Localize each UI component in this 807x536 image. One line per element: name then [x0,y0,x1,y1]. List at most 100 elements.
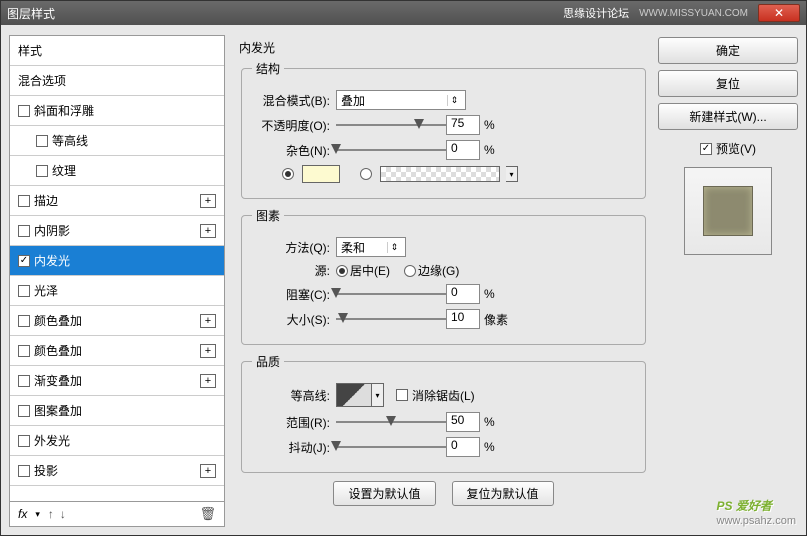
checkbox[interactable] [18,345,30,357]
contour-label: 等高线: [252,387,330,404]
antialias-checkbox[interactable] [396,389,408,401]
color-swatch[interactable] [302,165,340,183]
checkbox[interactable] [18,315,30,327]
preview-swatch [703,186,753,236]
source-center-radio[interactable] [336,265,348,277]
label: 颜色叠加 [34,342,82,359]
method-combo[interactable]: 柔和 ⇕ [336,237,406,257]
sidebar-header-styles[interactable]: 样式 [10,36,224,66]
style-item-inner-shadow[interactable]: 内阴影 + [10,216,224,246]
opacity-label: 不透明度(O): [252,117,330,134]
fx-menu[interactable]: fx [18,507,27,521]
preview-checkbox[interactable] [700,143,712,155]
method-label: 方法(Q): [252,239,330,256]
label: 颜色叠加 [34,312,82,329]
size-slider[interactable] [336,312,446,326]
range-label: 范围(R): [252,414,330,431]
watermark-url: www.psahz.com [717,515,796,527]
style-item-pattern-overlay[interactable]: 图案叠加 [10,396,224,426]
range-slider[interactable] [336,415,446,429]
style-item-color-overlay1[interactable]: 颜色叠加 + [10,306,224,336]
plus-icon[interactable]: + [200,194,216,208]
label: 投影 [34,462,58,479]
style-item-outer-glow[interactable]: 外发光 [10,426,224,456]
blend-mode-combo[interactable]: 叠加 ⇕ [336,90,466,110]
unit: % [484,415,495,429]
style-item-stroke[interactable]: 描边 + [10,186,224,216]
chevron-down-icon: ⇕ [387,242,401,253]
plus-icon[interactable]: + [200,464,216,478]
style-item-gradient-overlay[interactable]: 渐变叠加 + [10,366,224,396]
size-input[interactable]: 10 [446,309,480,329]
make-default-button[interactable]: 设置为默认值 [333,481,435,506]
structure-group: 结构 混合模式(B): 叠加 ⇕ 不透明度(O): 75 % 杂色(N): [241,60,646,199]
new-style-button[interactable]: 新建样式(W)... [658,103,798,130]
checkbox[interactable] [18,105,30,117]
style-item-color-overlay2[interactable]: 颜色叠加 + [10,336,224,366]
cancel-button[interactable]: 复位 [658,70,798,97]
chevron-down-icon: ⇕ [447,95,461,106]
checkbox[interactable] [18,465,30,477]
style-item-satin[interactable]: 光泽 [10,276,224,306]
center-label: 居中(E) [350,262,390,279]
checkbox[interactable] [18,405,30,417]
label: 样式 [18,42,42,59]
source-edge-radio[interactable] [404,265,416,277]
arrow-down-icon[interactable]: ↓ [60,507,66,521]
chevron-down-icon[interactable]: ▾ [372,383,384,407]
contour-picker[interactable] [336,383,372,407]
gradient-picker[interactable] [380,166,500,182]
label: 纹理 [52,162,76,179]
arrow-up-icon[interactable]: ↑ [48,507,54,521]
unit: % [484,440,495,454]
noise-slider[interactable] [336,143,446,157]
range-input[interactable]: 50 [446,412,480,432]
jitter-label: 抖动(J): [252,439,330,456]
ok-button[interactable]: 确定 [658,37,798,64]
checkbox[interactable] [36,135,48,147]
preview-box [684,167,772,255]
checkbox[interactable] [18,225,30,237]
plus-icon[interactable]: + [200,344,216,358]
checkbox[interactable] [18,435,30,447]
checkbox[interactable] [18,375,30,387]
close-button[interactable]: ✕ [758,4,800,22]
label: 混合选项 [18,72,66,89]
choke-slider[interactable] [336,287,446,301]
label: 内发光 [34,252,70,269]
jitter-slider[interactable] [336,440,446,454]
trash-icon[interactable]: 🗑 [199,506,216,522]
label: 等高线 [52,132,88,149]
panel-title: 内发光 [237,39,650,56]
reset-default-button[interactable]: 复位为默认值 [452,481,554,506]
legend: 结构 [252,60,284,77]
style-item-inner-glow[interactable]: 内发光 [10,246,224,276]
choke-input[interactable]: 0 [446,284,480,304]
label: 斜面和浮雕 [34,102,94,119]
color-radio[interactable] [282,168,294,180]
chevron-down-icon[interactable]: ▾ [35,509,40,520]
jitter-input[interactable]: 0 [446,437,480,457]
style-item-drop-shadow[interactable]: 投影 + [10,456,224,486]
noise-input[interactable]: 0 [446,140,480,160]
chevron-down-icon[interactable]: ▾ [506,166,518,182]
plus-icon[interactable]: + [200,374,216,388]
forum-url: WWW.MISSYUAN.COM [639,8,748,19]
sidebar-header-blending[interactable]: 混合选项 [10,66,224,96]
unit: % [484,143,495,157]
watermark: PS 爱好者 www.psahz.com [717,494,796,527]
style-item-bevel[interactable]: 斜面和浮雕 [10,96,224,126]
checkbox[interactable] [18,255,30,267]
style-item-contour[interactable]: 等高线 [10,126,224,156]
plus-icon[interactable]: + [200,314,216,328]
checkbox[interactable] [18,195,30,207]
style-item-texture[interactable]: 纹理 [10,156,224,186]
blend-label: 混合模式(B): [252,92,330,109]
opacity-input[interactable]: 75 [446,115,480,135]
checkbox[interactable] [36,165,48,177]
gradient-radio[interactable] [360,168,372,180]
opacity-slider[interactable] [336,118,446,132]
plus-icon[interactable]: + [200,224,216,238]
choke-label: 阻塞(C): [252,286,330,303]
checkbox[interactable] [18,285,30,297]
